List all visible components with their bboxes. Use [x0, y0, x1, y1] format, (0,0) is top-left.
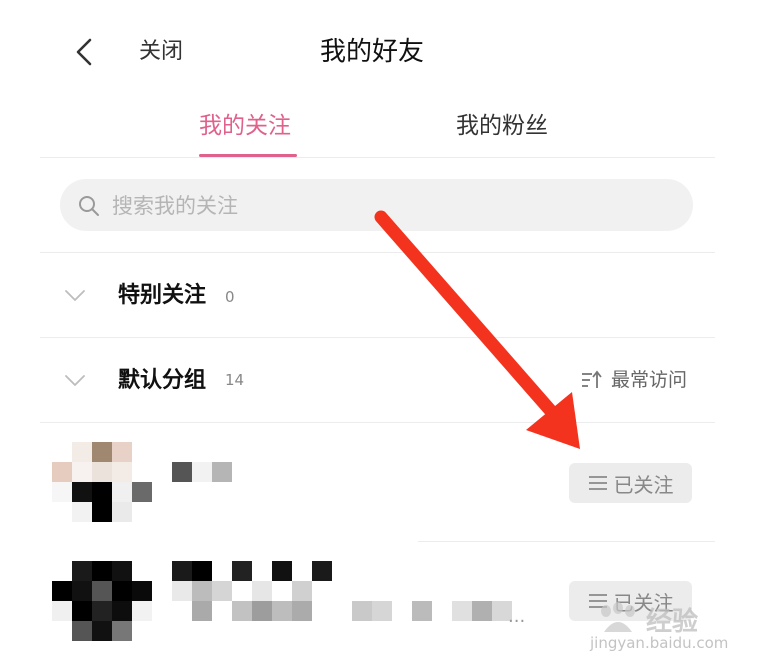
tabs-divider	[40, 157, 715, 158]
divider	[418, 541, 715, 542]
chevron-down-icon	[65, 290, 85, 301]
chevron-left-icon	[76, 38, 92, 66]
search-icon	[79, 196, 99, 216]
tab-fans[interactable]: 我的粉丝	[456, 108, 548, 144]
divider	[40, 252, 715, 253]
group-count: 14	[225, 371, 245, 389]
sort-icon	[582, 370, 602, 388]
chevron-down-icon	[65, 375, 85, 386]
page-title: 我的好友	[320, 37, 425, 67]
name-ellipsis: ...	[508, 606, 526, 627]
divider	[40, 337, 715, 338]
sort-label: 最常访问	[611, 369, 688, 391]
back-button[interactable]	[68, 34, 104, 70]
group-count: 0	[225, 288, 235, 306]
watermark-text: 经验	[646, 607, 699, 637]
menu-icon	[588, 476, 607, 490]
following-button[interactable]: 已关注	[569, 463, 692, 503]
watermark-url: jingyan.baidu.com	[590, 634, 729, 652]
tab-following[interactable]: 我的关注	[199, 108, 291, 144]
group-label: 默认分组	[118, 368, 207, 393]
close-button[interactable]: 关闭	[139, 36, 183, 68]
search-input[interactable]	[112, 190, 672, 222]
watermark-logo	[601, 602, 635, 632]
group-label: 特别关注	[118, 283, 207, 308]
divider	[40, 422, 715, 423]
following-label: 已关注	[613, 472, 674, 497]
